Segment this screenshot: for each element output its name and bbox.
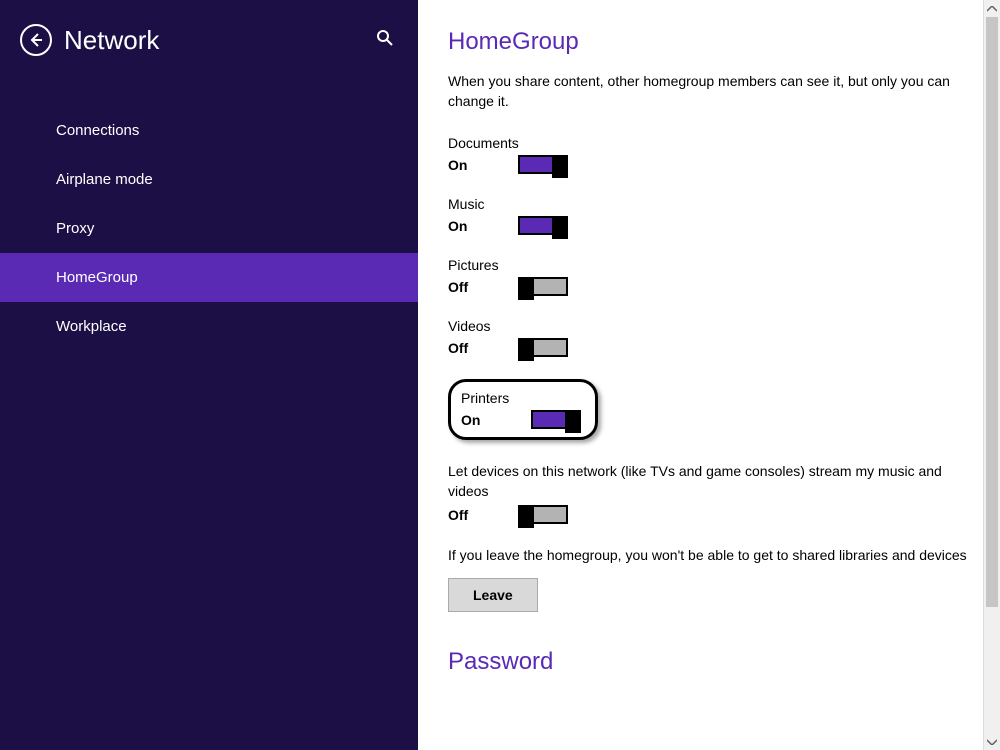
sidebar-item-workplace[interactable]: Workplace — [0, 302, 418, 351]
setting-label: Pictures — [448, 257, 970, 273]
homegroup-description: When you share content, other homegroup … — [448, 72, 968, 111]
setting-label: Music — [448, 196, 970, 212]
sidebar-item-connections[interactable]: Connections — [0, 106, 418, 155]
toggle-documents[interactable] — [518, 155, 568, 174]
back-arrow-icon — [28, 32, 44, 48]
setting-pictures: Pictures Off — [448, 257, 970, 296]
sidebar-item-homegroup[interactable]: HomeGroup — [0, 253, 418, 302]
setting-label: Let devices on this network (like TVs an… — [448, 462, 968, 501]
toggle-music[interactable] — [518, 216, 568, 235]
leave-button[interactable]: Leave — [448, 578, 538, 612]
setting-state: Off — [448, 279, 478, 295]
setting-state: Off — [448, 340, 478, 356]
back-button[interactable] — [20, 24, 52, 56]
setting-documents: Documents On — [448, 135, 970, 174]
section-title-homegroup: HomeGroup — [448, 28, 970, 56]
sidebar-item-airplane-mode[interactable]: Airplane mode — [0, 155, 418, 204]
setting-music: Music On — [448, 196, 970, 235]
scroll-track[interactable] — [984, 17, 1000, 733]
sidebar-title: Network — [64, 25, 372, 56]
toggle-printers[interactable] — [531, 410, 581, 429]
setting-state: On — [461, 412, 491, 428]
sidebar: Network Connections Airplane mode Proxy … — [0, 0, 418, 750]
section-title-password: Password — [448, 648, 970, 676]
setting-state: On — [448, 157, 478, 173]
toggle-pictures[interactable] — [518, 277, 568, 296]
toggle-videos[interactable] — [518, 338, 568, 357]
sidebar-nav: Connections Airplane mode Proxy HomeGrou… — [0, 106, 418, 351]
setting-label: Videos — [448, 318, 970, 334]
toggle-stream[interactable] — [518, 505, 568, 524]
setting-printers-highlight: Printers On — [448, 379, 598, 440]
sidebar-item-proxy[interactable]: Proxy — [0, 204, 418, 253]
setting-label: Documents — [448, 135, 970, 151]
scroll-up-button[interactable] — [984, 0, 1000, 17]
setting-videos: Videos Off — [448, 318, 970, 357]
setting-state: Off — [448, 507, 478, 523]
setting-printers: Printers On — [461, 390, 581, 429]
setting-stream: Let devices on this network (like TVs an… — [448, 462, 970, 524]
scroll-down-button[interactable] — [984, 733, 1000, 750]
setting-state: On — [448, 218, 478, 234]
search-button[interactable] — [372, 25, 398, 56]
setting-label: Printers — [461, 390, 581, 406]
sidebar-header: Network — [0, 0, 418, 76]
chevron-up-icon — [987, 6, 997, 12]
search-icon — [376, 29, 394, 47]
main-content: HomeGroup When you share content, other … — [418, 0, 1000, 750]
vertical-scrollbar[interactable] — [983, 0, 1000, 750]
chevron-down-icon — [987, 739, 997, 745]
leave-description: If you leave the homegroup, you won't be… — [448, 546, 968, 566]
scroll-thumb[interactable] — [986, 17, 998, 607]
